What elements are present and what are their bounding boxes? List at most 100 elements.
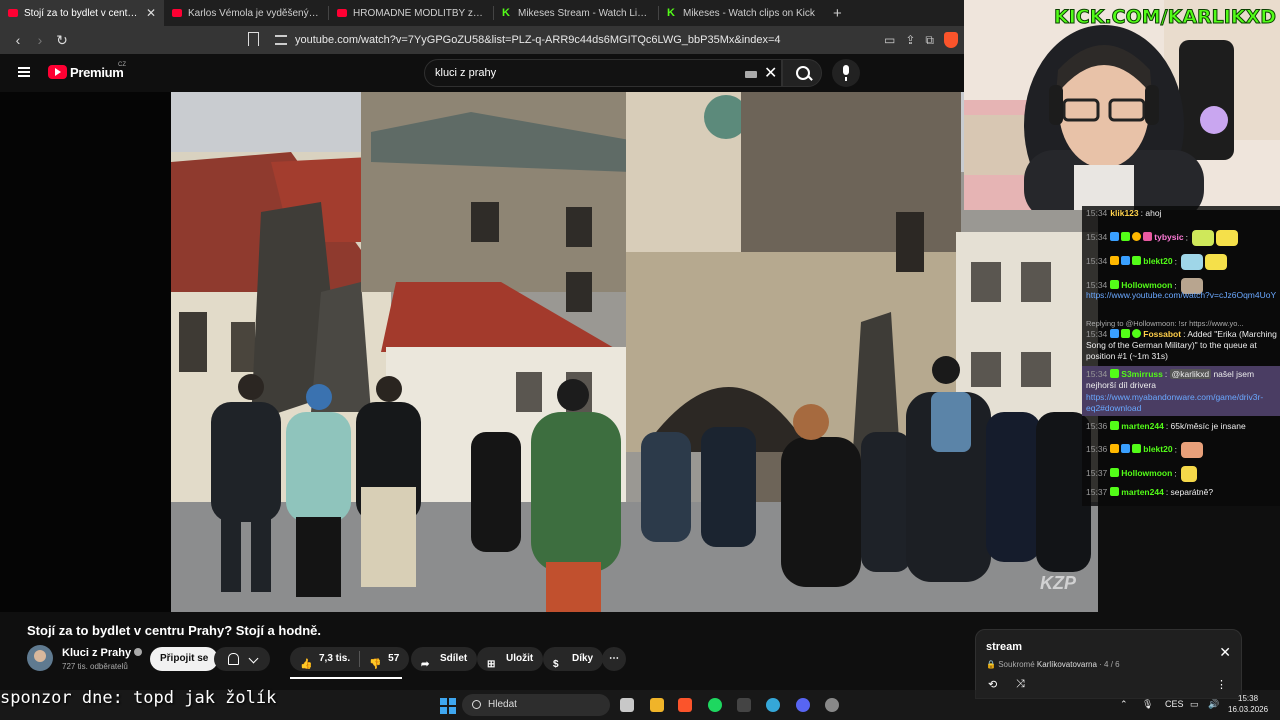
chat-message: 15:37 Hollowmoon: [1086,466,1278,482]
like-dislike-group: 👍 7,3 tis. 👎 57 [290,647,410,671]
save-button[interactable]: ⊞ Uložit [477,647,544,671]
stream-chat: 15:34 klik123: ahoj 15:34 tybysic: 15:34 bl… [1082,206,1280,506]
like-ratio-bar [290,677,402,679]
chat-message: 15:34 klik123: ahoj [1086,208,1162,218]
youtube-brand[interactable]: Premium [70,65,124,80]
terminal-icon[interactable] [737,698,751,712]
clear-search-icon[interactable]: ✕ [764,63,777,83]
badge-icon [1110,280,1120,290]
notifications-button[interactable] [214,647,270,671]
thumbs-down-icon[interactable]: 👎 [369,653,383,670]
chat-message: 15:34 tybysic: [1086,230,1278,246]
taskbar-search[interactable]: Hledat [462,694,610,716]
task-view-icon[interactable] [620,698,634,712]
browser-tab-5[interactable]: K Mikeses - Watch clips on Kick [659,0,823,26]
cast-icon[interactable]: ▭ [884,33,895,47]
clock-time: 15:38 [1238,694,1259,703]
youtube-logo-icon[interactable] [48,65,67,79]
close-playlist-icon[interactable]: ✕ [1219,644,1231,661]
reload-icon[interactable]: ↻ [52,32,72,49]
badge-icon [1110,487,1120,496]
chat-user: klik123 [1110,208,1139,218]
forward-icon[interactable]: › [30,32,50,48]
thanks-button[interactable]: $ Díky [543,647,604,671]
playlist-title: stream [986,641,1023,653]
obs-icon[interactable] [825,698,839,712]
browser-tab-4[interactable]: K Mikeses Stream - Watch Live on Kick [494,0,658,26]
share-icon[interactable]: ⇪ [905,33,915,47]
chat-message: 15:34 S3mirruss: @karlikxd našel jsem nej… [1086,369,1255,390]
badge-icon [1110,444,1120,454]
tab-title: Mikeses Stream - Watch Live on Kick [518,7,650,19]
keyboard-icon[interactable] [745,71,757,78]
tab-title: Mikeses - Watch clips on Kick [683,7,815,19]
chat-link[interactable]: https://www.youtube.com/watch?v=cJz6Oqm4… [1086,290,1278,301]
emote-icon [1181,254,1204,270]
url-field[interactable]: youtube.com/watch?v=7YyGPGoZU58&list=PLZ… [295,34,781,46]
tab-title: Karlos Vémola je vyděšený ze svého [188,7,320,19]
more-actions-button[interactable]: ⋯ [602,647,626,671]
badge-icon [1110,329,1120,338]
video-player[interactable]: KZP [171,92,1098,612]
site-info-icon[interactable] [275,35,287,45]
thanks-dollar-icon: $ [553,659,559,670]
volume-icon[interactable]: 🔊 [1208,699,1219,710]
dislike-count[interactable]: 57 [388,647,399,671]
close-tab-icon[interactable]: ✕ [146,6,156,20]
chat-link[interactable]: https://www.myabandonware.com/game/driv3… [1086,392,1278,414]
video-title: Stojí za to bydlet v centru Prahy? Stojí… [27,623,321,638]
join-button[interactable]: Připojit se [150,647,219,671]
playlist-position: 4 / 6 [1104,660,1120,669]
voice-search-button[interactable] [832,59,860,87]
badge-icon [1110,468,1120,478]
browser-tab-2[interactable]: Karlos Vémola je vyděšený ze svého [164,0,328,26]
tab-title: Stojí za to bydlet v centru Prahy? [24,7,140,19]
badge-icon [1110,256,1120,266]
menu-icon[interactable] [18,67,30,77]
sponsor-overlay: sponzor dne: topd jak žolík [0,688,277,708]
chat-message: 15:34 blekt20: [1086,254,1278,270]
browser-tab-1[interactable]: Stojí za to bydlet v centru Prahy? ✕ [0,0,164,26]
share-button[interactable]: ➦ Sdílet [411,647,478,671]
file-explorer-icon[interactable] [650,698,664,712]
like-count[interactable]: 7,3 tis. [319,647,350,671]
share-arrow-icon: ➦ [421,659,430,670]
badge-icon [1110,369,1120,378]
brave-shield-icon[interactable] [944,32,958,48]
microphone-icon[interactable]: 🎙 [1142,699,1153,710]
tray-expand-icon[interactable]: ⌃ [1120,699,1128,710]
youtube-icon [172,9,182,17]
language-indicator[interactable]: CES [1165,699,1184,709]
verified-icon [134,648,143,656]
brave-browser-icon[interactable] [678,698,692,712]
chat-message: 15:36 marten244: 65k/měsíc je insane [1086,421,1246,431]
video-frame-scene [171,92,1098,612]
playlist-privacy: Soukromé [998,660,1035,669]
new-tab-button[interactable]: + [833,5,842,22]
address-bar: ‹ › ↻ youtube.com/watch?v=7YyGPGoZU58&li… [0,26,964,54]
channel-avatar[interactable] [27,645,53,671]
thumbs-up-icon[interactable]: 👍 [300,653,314,670]
bookmark-icon[interactable] [248,32,259,46]
browser-tab-3[interactable]: HROMADNÉ MODLITBY za uzdravení [329,0,493,26]
search-button[interactable] [782,59,822,87]
discord-icon[interactable] [796,698,810,712]
spotify-icon[interactable] [708,698,722,712]
channel-name[interactable]: Kluci z Prahy [62,647,143,659]
playlist-panel: stream 🔒 Soukromé Karlíkovatovarna · 4 /… [975,629,1242,699]
chat-user: Hollowmoon [1121,280,1173,291]
playlist-owner[interactable]: Karlíkovatovarna [1037,660,1097,669]
search-input[interactable]: kluci z prahy ✕ [424,59,782,87]
chat-time: 15:34 [1086,208,1108,218]
browser-tab-bar: Stojí za to bydlet v centru Prahy? ✕ Kar… [0,0,964,26]
windows-start-icon[interactable] [440,698,456,714]
back-icon[interactable]: ‹ [8,32,28,48]
chat-text: separátně? [1170,487,1214,497]
network-icon[interactable]: ▭ [1190,699,1199,710]
taskbar-clock[interactable]: 15:38 16.03.2026 [1228,693,1268,715]
channel-name-text[interactable]: Kluci z Prahy [62,647,131,659]
copy-icon[interactable]: ⧉ [925,33,934,48]
chat-message: 15:37 marten244: separátně? [1086,487,1214,497]
chrome-icon[interactable] [766,698,780,712]
share-label: Sdílet [440,653,468,664]
